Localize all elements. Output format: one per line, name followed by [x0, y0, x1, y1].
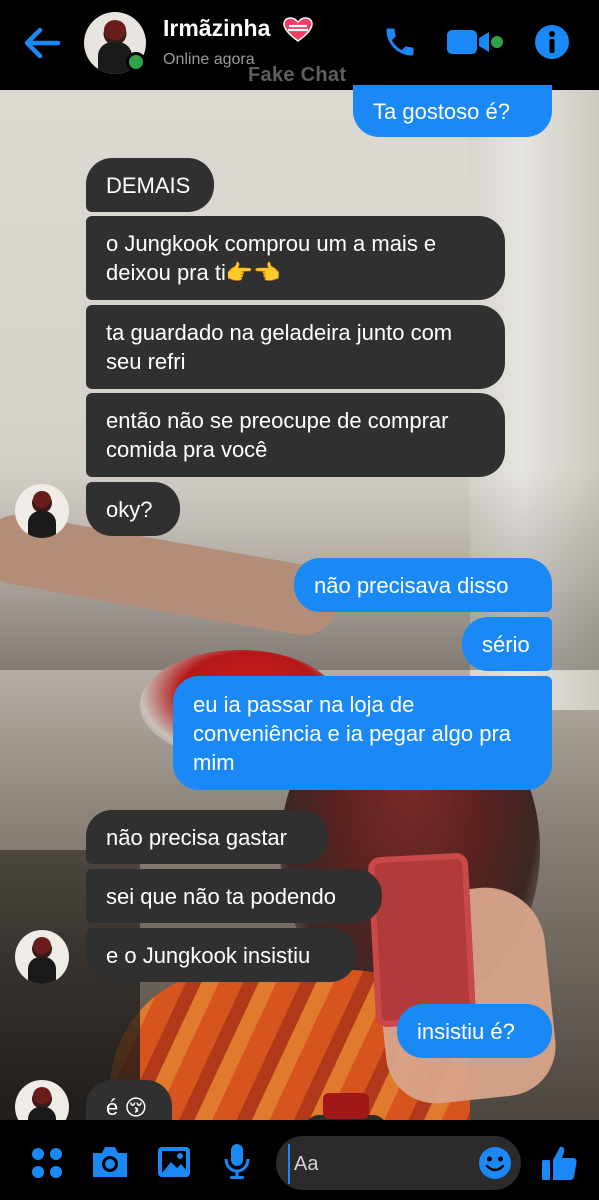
like-button[interactable] [540, 1144, 578, 1187]
video-camera-icon [447, 30, 503, 54]
message-sent[interactable]: insistiu é? [397, 1004, 552, 1058]
message-received[interactable]: o Jungkook comprou um a mais e deixou pr… [86, 216, 505, 300]
message-text: é 😚 [106, 1094, 148, 1120]
camera-button[interactable] [90, 1144, 130, 1185]
phone-icon [386, 28, 414, 56]
message-received[interactable]: e o Jungkook insistiu [86, 928, 356, 982]
watermark: Fake Chat [248, 64, 347, 86]
info-button[interactable] [534, 24, 570, 65]
message-text: então não se preocupe de comprar comida … [106, 408, 449, 462]
message-text: insistiu é? [417, 1018, 515, 1044]
microphone-icon [224, 1144, 250, 1179]
message-received[interactable]: oky? [86, 482, 180, 536]
message-text: o Jungkook comprou um a mais e deixou pr… [106, 231, 437, 285]
message-text: sério [482, 631, 530, 657]
message-received[interactable]: sei que não ta podendo [86, 869, 382, 923]
message-text: e o Jungkook insistiu [106, 942, 311, 968]
heart-icon [283, 17, 313, 42]
message-received[interactable]: DEMAIS [86, 158, 214, 212]
chat-header: Irmãzinha Online agora Fake Chat [0, 0, 599, 90]
message-text: não precisava disso [314, 572, 509, 598]
message-text: ta guardado na geladeira junto com seu r… [106, 320, 453, 374]
message-received[interactable]: ta guardado na geladeira junto com seu r… [86, 305, 505, 389]
call-button[interactable] [382, 24, 418, 65]
message-input[interactable] [288, 1144, 476, 1184]
emoji-icon [479, 1147, 511, 1179]
message-text: não precisa gastar [106, 824, 287, 850]
composer-bar [0, 1120, 599, 1200]
message-received[interactable]: não precisa gastar [86, 810, 328, 864]
image-icon [158, 1147, 190, 1177]
info-icon [535, 25, 569, 59]
message-text: Ta gostoso é? [373, 98, 510, 124]
camera-icon [93, 1147, 127, 1177]
contact-name-text: Irmãzinha [163, 15, 271, 41]
thumbs-up-icon [542, 1146, 577, 1180]
presence-status: Online agora [163, 51, 255, 68]
gallery-button[interactable] [156, 1144, 192, 1185]
apps-grid-icon [32, 1148, 62, 1178]
message-text: DEMAIS [106, 172, 191, 198]
message-sent[interactable]: eu ia passar na loja de conveniência e i… [173, 676, 552, 790]
contact-name[interactable]: Irmãzinha [163, 15, 313, 43]
message-text: sei que não ta podendo [106, 883, 336, 909]
message-text: oky? [106, 496, 153, 522]
message-sent[interactable]: não precisava disso [294, 558, 552, 612]
contact-avatar[interactable] [84, 12, 146, 74]
background-phone [367, 852, 477, 1028]
voice-message-button[interactable] [222, 1142, 252, 1185]
emoji-button[interactable] [478, 1146, 512, 1185]
message-text: eu ia passar na loja de conveniência e i… [193, 691, 512, 775]
back-button[interactable] [22, 26, 62, 60]
message-sent[interactable]: sério [462, 617, 552, 671]
sender-avatar[interactable] [15, 930, 69, 984]
sender-avatar[interactable] [15, 484, 69, 538]
apps-button[interactable] [30, 1146, 64, 1185]
back-arrow-icon [24, 27, 61, 59]
online-indicator [126, 52, 146, 72]
message-received[interactable]: então não se preocupe de comprar comida … [86, 393, 505, 477]
message-composer [276, 1136, 521, 1190]
message-sent[interactable]: Ta gostoso é? [353, 85, 552, 137]
video-call-button[interactable] [446, 26, 504, 63]
